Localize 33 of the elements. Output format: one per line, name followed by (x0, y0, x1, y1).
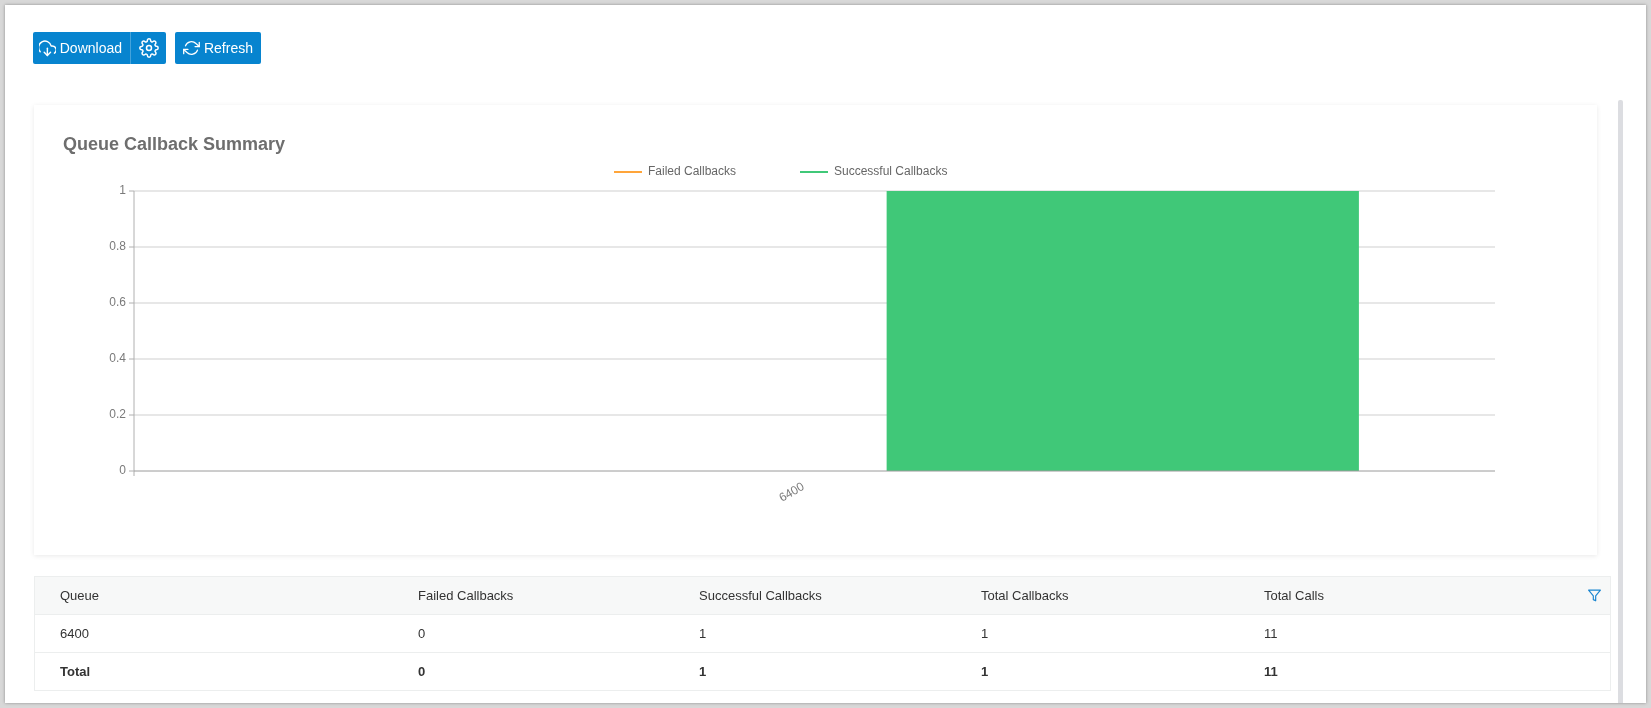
axis-label: 0.6 (109, 295, 126, 310)
total-cell-text: 1 (698, 664, 708, 679)
filter-icon[interactable] (1588, 589, 1601, 602)
legend-label[interactable]: Failed Callbacks (648, 164, 737, 179)
scrollbar[interactable] (1618, 100, 1623, 703)
table-cell-text: 11 (1263, 626, 1279, 641)
axis-label: 6400 (776, 479, 807, 505)
download-button[interactable]: Download (33, 32, 131, 64)
legend-label[interactable]: Successful Callbacks (834, 164, 948, 179)
cloud-download-icon (39, 39, 56, 57)
table-cell-text: 6400 (59, 626, 90, 641)
table-cell-text: 0 (417, 626, 427, 641)
total-cell-text: 0 (417, 664, 427, 679)
refresh-button[interactable]: Refresh (175, 32, 261, 64)
column-header: Total Calls (1263, 588, 1325, 603)
refresh-icon (183, 40, 200, 56)
axis-label: 0 (119, 463, 126, 478)
settings-icon (138, 38, 159, 58)
column-header: Total Callbacks (980, 588, 1070, 603)
column-header: Successful Callbacks (698, 588, 823, 603)
total-cell-text: 1 (980, 664, 990, 679)
column-header: Queue (59, 588, 101, 603)
column-header: Failed Callbacks (417, 588, 515, 603)
table-cell-text: 1 (698, 626, 708, 641)
axis-label: 1 (119, 183, 126, 198)
axis-label: 0.4 (109, 351, 126, 366)
axis-label: 0.2 (109, 407, 126, 422)
settings-button[interactable] (131, 32, 166, 64)
total-cell-text: 11 (1263, 664, 1279, 679)
axis-label: 0.8 (109, 239, 126, 254)
table-cell-text: 1 (980, 626, 990, 641)
chart-title: Queue Callback Summary (63, 133, 286, 156)
total-cell-text: Total (59, 664, 92, 679)
